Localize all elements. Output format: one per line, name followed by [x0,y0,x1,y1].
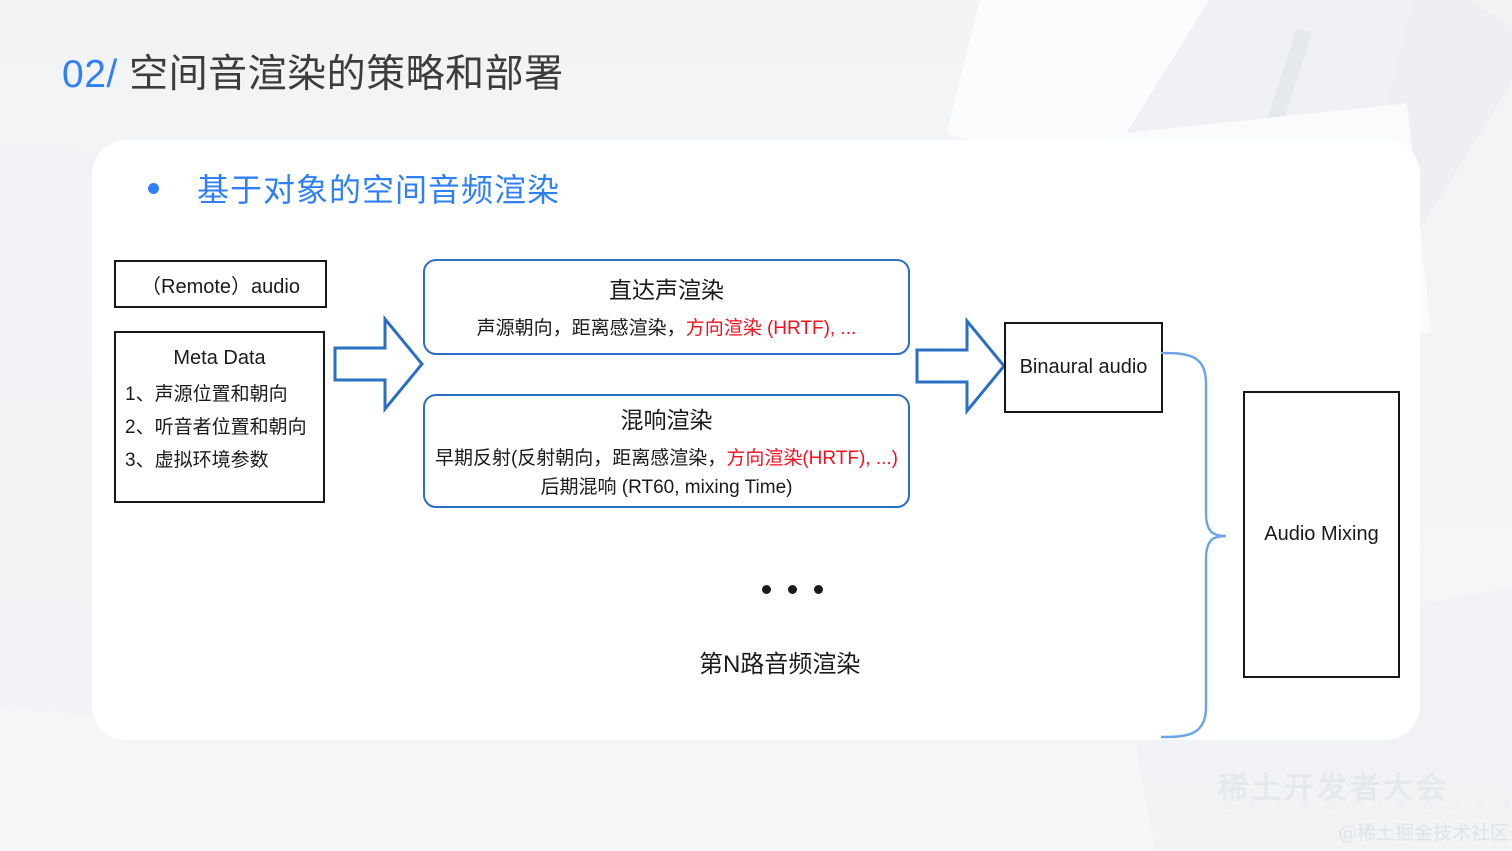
direct-sound-render-detail-black: 声源朝向，距离感渲染， [476,318,686,339]
reverb-render-line-1-red: 方向渲染(HRTF), ...) [726,447,898,469]
remote-audio-label: （Remote）audio [141,275,300,298]
bullet-dot-icon [148,182,159,194]
audio-mixing-box: Audio Mixing [1243,391,1400,678]
ellipsis-dot [814,585,823,594]
reverb-render-line-2: 后期混响 (RT60, mixing Time) [540,476,793,498]
nth-path-label: 第N路音频渲染 [699,651,861,678]
community-watermark-handle: @稀土掘金技术社区 [1338,822,1510,844]
ellipsis-indicator [762,585,823,594]
reverb-render-line-1-black: 早期反射(反射朝向，距离感渲染， [434,447,727,469]
direct-sound-render-box: 直达声渲染 声源朝向，距离感渲染，方向渲染 (HRTF), ... [423,259,910,355]
meta-data-item: 3、虚拟环境参数 [125,450,269,471]
direct-sound-render-detail-red: 方向渲染 (HRTF), ... [685,318,857,339]
direct-sound-render-details: 声源朝向，距离感渲染，方向渲染 (HRTF), ... [477,314,857,343]
ellipsis-dot [788,585,797,594]
ellipsis-dot [762,585,771,594]
meta-data-item: 2、听音者位置和朝向 [125,417,307,438]
flow-arrow-right-icon [333,314,424,414]
flow-arrow-right-secondary-icon [915,316,1006,416]
conference-watermark-subtitle: 激 发 万 有 引 力 / 聚 合 技 术 未 来 [1222,799,1512,811]
reverb-render-box: 混响渲染 早期反射(反射朝向，距离感渲染，方向渲染(HRTF), ...) 后期… [423,394,910,508]
audio-mixing-label: Audio Mixing [1264,523,1379,545]
section-heading: 基于对象的空间音频渲染 [148,165,560,211]
remote-audio-box: （Remote）audio [114,260,327,308]
reverb-render-title: 混响渲染 [620,406,713,433]
meta-data-box: Meta Data 1、声源位置和朝向 2、听音者位置和朝向 3、虚拟环境参数 [114,331,325,503]
section-heading-label: 基于对象的空间音频渲染 [197,172,561,208]
reverb-render-line-1: 早期反射(反射朝向，距离感渲染，方向渲染(HRTF), ...) [435,444,898,473]
binaural-audio-box: Binaural audio [1004,322,1163,413]
page-title-text: 空间音渲染的策略和部署 [129,53,564,96]
page-title: 02/ 空间音渲染的策略和部署 [62,48,564,102]
page-title-number: 02/ [62,53,118,96]
direct-sound-render-title: 直达声渲染 [609,277,724,303]
meta-data-item: 1、声源位置和朝向 [125,384,288,405]
slide-canvas: 02/ 空间音渲染的策略和部署 基于对象的空间音频渲染 （Remote）audi… [0,0,1512,851]
meta-data-list: 1、声源位置和朝向 2、听音者位置和朝向 3、虚拟环境参数 [116,378,307,477]
meta-data-title: Meta Data [173,347,266,369]
binaural-audio-label: Binaural audio [1019,356,1148,378]
